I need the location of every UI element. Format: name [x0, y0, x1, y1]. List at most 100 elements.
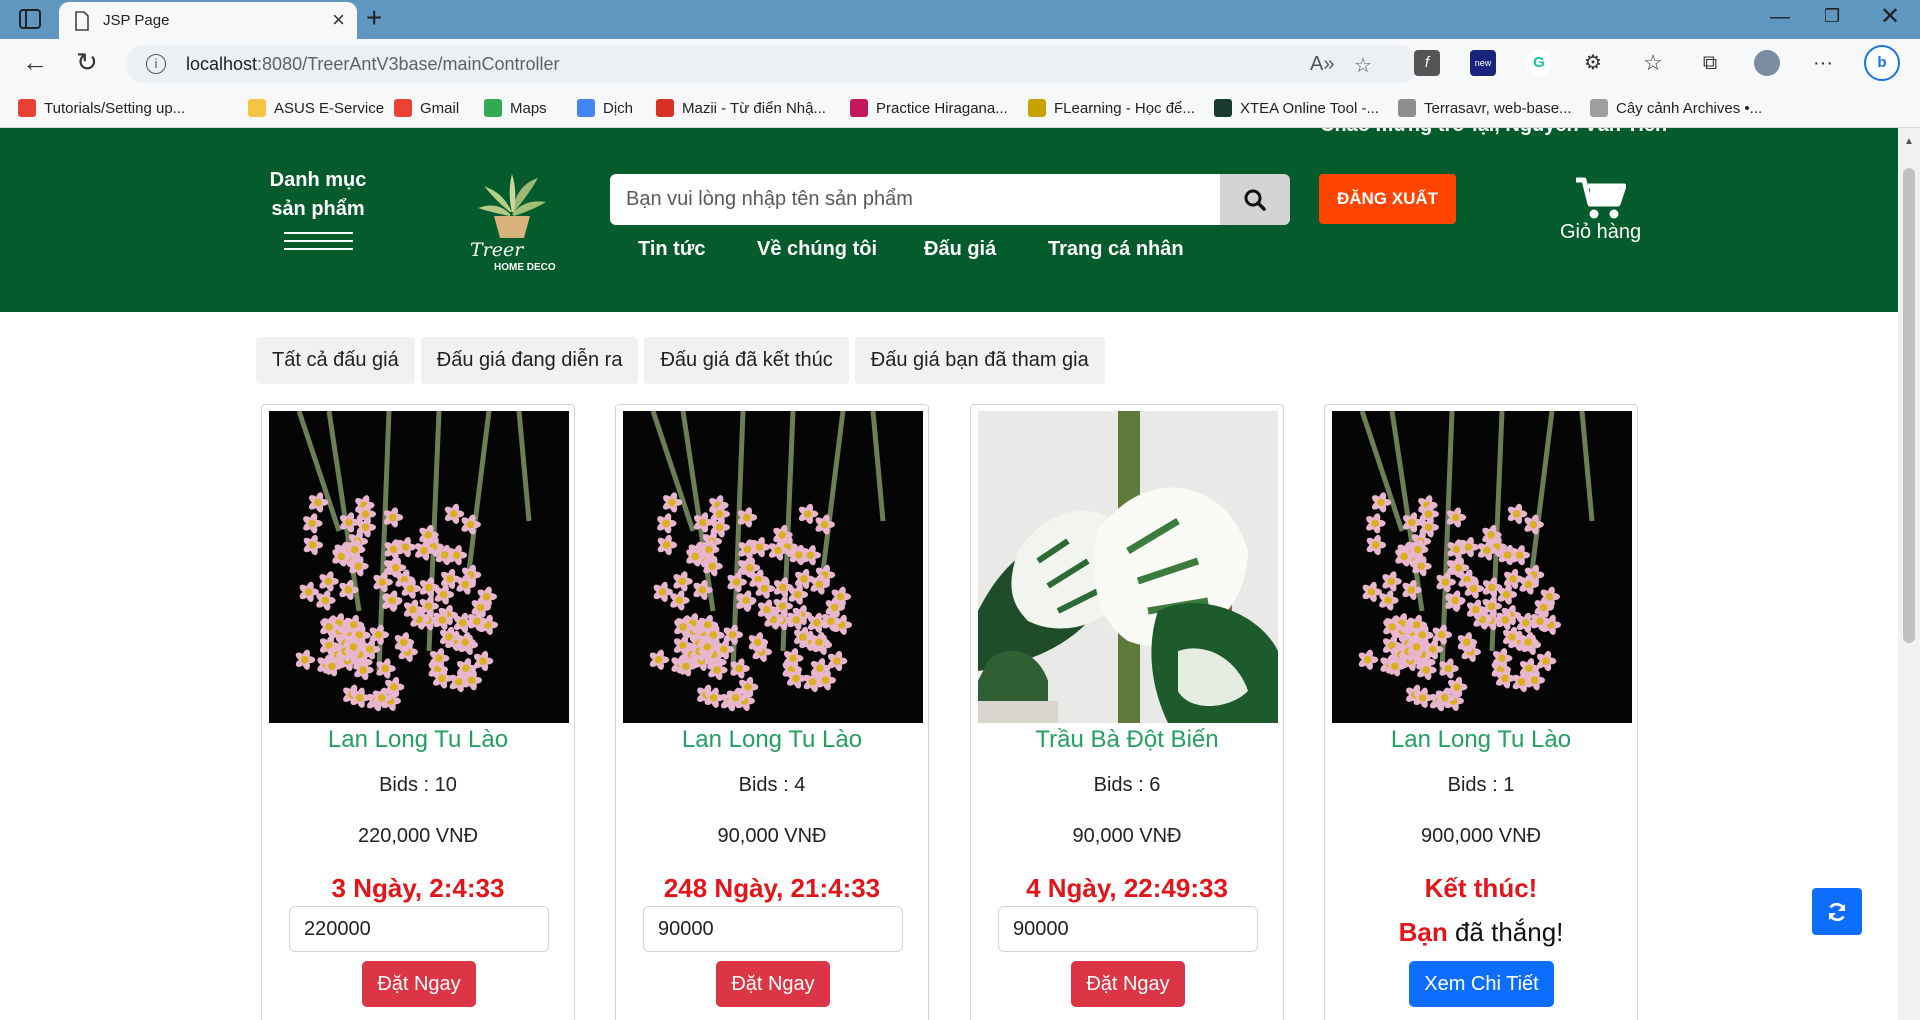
bid-amount-input[interactable] [643, 906, 903, 952]
auction-card: Lan Long Tu Lào Bids : 10 220,000 VNĐ 3 … [261, 404, 575, 1020]
avatar[interactable] [1754, 50, 1780, 76]
bookmark-item[interactable]: Maps [484, 99, 547, 117]
back-icon[interactable]: ← [22, 49, 48, 75]
page-viewport: Chào mừng trở lại, Nguyễn Văn Tiến Danh … [0, 128, 1898, 1020]
bookmark-item[interactable]: Practice Hiragana... [850, 99, 1008, 117]
auction-card: Trầu Bà Đột Biến Bids : 6 90,000 VNĐ 4 N… [970, 404, 1284, 1020]
read-aloud-icon[interactable]: A» [1310, 53, 1334, 76]
favorite-add-icon[interactable]: ☆ [1354, 53, 1372, 78]
bookmark-label: Gmail [420, 99, 460, 117]
orchid-image [1332, 411, 1632, 723]
bid-count: Bids : 6 [1093, 774, 1161, 796]
minimize-icon[interactable]: — [1770, 7, 1790, 27]
bookmark-item[interactable]: Mazii - Từ điển Nhậ... [656, 99, 826, 117]
bing-icon[interactable]: b [1864, 45, 1900, 81]
bookmark-icon [577, 99, 595, 117]
restore-icon[interactable]: ❐ [1824, 7, 1840, 25]
filter-joined[interactable]: Đấu giá bạn đã tham gia [854, 337, 1105, 384]
url-text: localhost:8080/TreerAntV3base/mainContro… [186, 54, 560, 74]
page-scrollbar[interactable]: ▲ [1898, 128, 1920, 1020]
tab-actions-icon[interactable] [18, 8, 42, 30]
grammarly-icon[interactable]: G [1526, 50, 1552, 76]
bid-amount-input[interactable] [289, 906, 549, 952]
reload-icon[interactable]: ↻ [76, 49, 98, 75]
logo-subtext: HOME DECO [494, 262, 556, 272]
site-logo[interactable]: Treer HOME DECO [464, 172, 560, 272]
nav-profile[interactable]: Trang cá nhân [1048, 238, 1184, 261]
close-tab-icon[interactable]: × [332, 9, 345, 31]
product-name[interactable]: Lan Long Tu Lào [616, 726, 928, 754]
bookmark-item[interactable]: Gmail [394, 99, 459, 117]
bookmark-item[interactable]: Tutorials/Setting up... [18, 99, 185, 117]
product-image[interactable] [269, 411, 569, 723]
current-price: 90,000 VNĐ [717, 825, 827, 847]
orchid-image [623, 411, 923, 723]
filter-ongoing[interactable]: Đấu giá đang diễn ra [420, 337, 639, 384]
bookmark-icon [1398, 99, 1416, 117]
url-field[interactable]: i localhost:8080/TreerAntV3base/mainCont… [126, 45, 1418, 83]
logout-button[interactable]: ĐĂNG XUẤT [1319, 174, 1456, 224]
nav-about[interactable]: Về chúng tôi [757, 238, 877, 261]
category-label-line1: Danh mục [269, 169, 367, 191]
orchid-image [269, 411, 569, 723]
monstera-image [978, 411, 1278, 723]
bookmark-label: Terrasavr, web-base... [1424, 99, 1572, 117]
bookmark-label: Tutorials/Setting up... [44, 99, 186, 117]
countdown-timer: 4 Ngày, 22:49:33 [1026, 873, 1228, 903]
hamburger-icon[interactable] [284, 232, 353, 252]
collections-icon[interactable]: ⧉ [1697, 50, 1723, 76]
bookmark-label: ASUS E-Service [274, 99, 385, 117]
address-bar: ← ↻ i localhost:8080/TreerAntV3base/main… [0, 39, 1920, 90]
bookmark-item[interactable]: Dịch [577, 99, 633, 117]
category-menu[interactable]: Danh mục sản phẩm [260, 166, 376, 224]
info-icon[interactable]: i [146, 54, 166, 74]
countdown-timer: 3 Ngày, 2:4:33 [331, 873, 505, 903]
favorites-icon[interactable]: ☆ [1640, 50, 1666, 76]
extension-new-icon[interactable]: new [1470, 50, 1496, 76]
place-bid-button[interactable]: Đặt Ngay [362, 961, 476, 1007]
browser-tab[interactable]: JSP Page × [59, 2, 357, 39]
extension-f-icon[interactable]: f [1414, 50, 1440, 76]
bookmark-item[interactable]: Cây cảnh Archives •... [1590, 99, 1762, 117]
bid-count: Bids : 10 [379, 774, 457, 796]
new-tab-icon[interactable]: + [366, 4, 382, 32]
cart-icon[interactable] [1574, 176, 1626, 220]
product-image[interactable] [623, 411, 923, 723]
bookmark-label: Cây cảnh Archives •... [1616, 99, 1763, 117]
bookmark-label: Maps [510, 99, 547, 117]
product-name[interactable]: Trầu Bà Đột Biến [971, 726, 1283, 754]
bookmark-item[interactable]: ASUS E-Service [248, 99, 384, 117]
cart-label[interactable]: Giỏ hàng [1560, 221, 1641, 244]
close-window-icon[interactable]: ✕ [1880, 5, 1900, 29]
product-image[interactable] [1332, 411, 1632, 723]
bookmark-item[interactable]: Terrasavr, web-base... [1398, 99, 1572, 117]
product-image[interactable] [978, 411, 1278, 723]
product-name[interactable]: Lan Long Tu Lào [262, 726, 574, 754]
bookmark-label: FLearning - Học để... [1054, 99, 1195, 117]
page-icon [75, 11, 89, 31]
scroll-thumb[interactable] [1903, 168, 1915, 643]
filter-all[interactable]: Tất cả đấu giá [256, 337, 415, 384]
bookmark-icon [394, 99, 412, 117]
scroll-up-icon[interactable]: ▲ [1904, 136, 1914, 147]
logo-text: Treer [470, 239, 525, 261]
place-bid-button[interactable]: Đặt Ngay [1071, 961, 1185, 1007]
refresh-button[interactable] [1812, 888, 1862, 935]
bookmark-label: Practice Hiragana... [876, 99, 1008, 117]
search-input[interactable] [610, 174, 1220, 225]
bookmark-item[interactable]: FLearning - Học để... [1028, 99, 1195, 117]
view-details-button[interactable]: Xem Chi Tiết [1409, 961, 1554, 1007]
search-bar [610, 174, 1290, 225]
bid-amount-input[interactable] [998, 906, 1258, 952]
refresh-icon [1828, 902, 1846, 921]
extensions-icon[interactable]: ⚙ [1580, 50, 1606, 76]
nav-auction[interactable]: Đấu giá [924, 238, 996, 261]
filter-ended[interactable]: Đấu giá đã kết thúc [644, 337, 849, 384]
search-button[interactable] [1220, 174, 1290, 225]
nav-news[interactable]: Tin tức [638, 238, 705, 261]
place-bid-button[interactable]: Đặt Ngay [716, 961, 830, 1007]
product-name[interactable]: Lan Long Tu Lào [1325, 726, 1637, 754]
bookmark-item[interactable]: XTEA Online Tool -... [1214, 99, 1379, 117]
current-price: 220,000 VNĐ [357, 825, 479, 847]
more-menu-icon[interactable]: ··· [1810, 50, 1836, 76]
